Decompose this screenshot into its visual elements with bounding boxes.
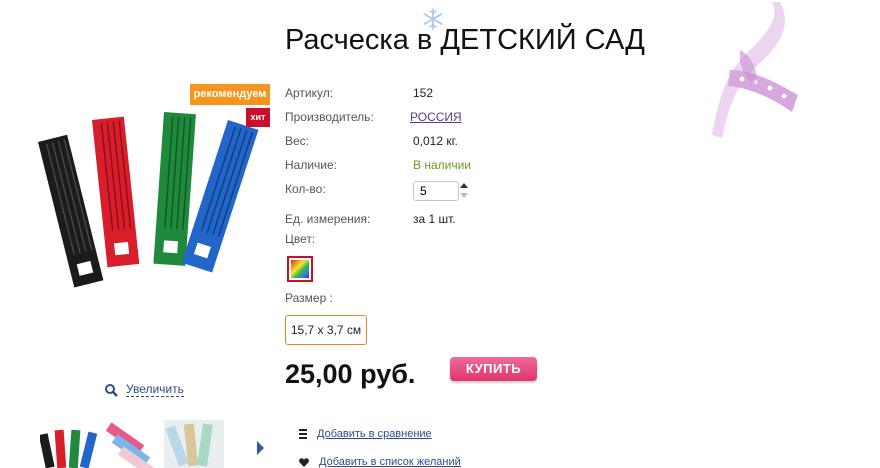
product-image[interactable] [20, 80, 270, 312]
compare-label: Добавить в сравнение [317, 428, 432, 440]
article-value: 152 [413, 86, 434, 100]
zoom-label: Увеличить [126, 382, 184, 397]
qty-label: Кол-во: [285, 182, 326, 196]
hit-badge: хит [246, 108, 270, 127]
next-arrow-icon[interactable] [257, 441, 264, 455]
thumbnail[interactable] [102, 420, 162, 468]
price: 25,00 руб. [285, 359, 416, 389]
availability-value: В наличии [413, 158, 472, 172]
unit-value: за 1 шт. [413, 212, 456, 226]
size-option-button[interactable]: 15,7 х 3,7 см [285, 315, 367, 345]
ribbon-decoration [712, 2, 798, 138]
size-label: Размер : [285, 291, 333, 305]
weight-value: 0,012 кг. [413, 134, 458, 148]
add-to-wishlist-link[interactable]: Добавить в список желаний [299, 456, 461, 468]
unit-label: Ед. измерения: [285, 212, 371, 226]
article-label: Артикул: [285, 86, 334, 100]
maker-link[interactable]: РОССИЯ [410, 110, 462, 124]
list-icon [299, 429, 307, 439]
maker-label: Производитель: [285, 110, 374, 124]
thumbnail[interactable] [164, 420, 224, 468]
recommend-badge: рекомендуем [190, 84, 270, 105]
thumbnail-strip [40, 420, 225, 468]
zoom-link[interactable]: Увеличить [104, 383, 184, 397]
weight-label: Вес: [285, 134, 310, 148]
qty-increase-icon[interactable] [460, 183, 468, 188]
buy-button[interactable]: КУПИТЬ [450, 357, 537, 381]
magnifier-icon [105, 384, 118, 397]
thumbnail[interactable] [40, 420, 100, 468]
color-swatch-multicolor[interactable] [287, 256, 313, 282]
color-label: Цвет: [285, 232, 316, 246]
qty-decrease-icon[interactable] [460, 193, 468, 198]
wishlist-label: Добавить в список желаний [319, 456, 461, 468]
add-to-compare-link[interactable]: Добавить в сравнение [299, 428, 432, 440]
quantity-input[interactable] [413, 181, 459, 201]
page-title: Расческа в ДЕТСКИЙ САД [285, 24, 645, 56]
availability-label: Наличие: [285, 158, 338, 172]
heart-icon [299, 457, 309, 467]
